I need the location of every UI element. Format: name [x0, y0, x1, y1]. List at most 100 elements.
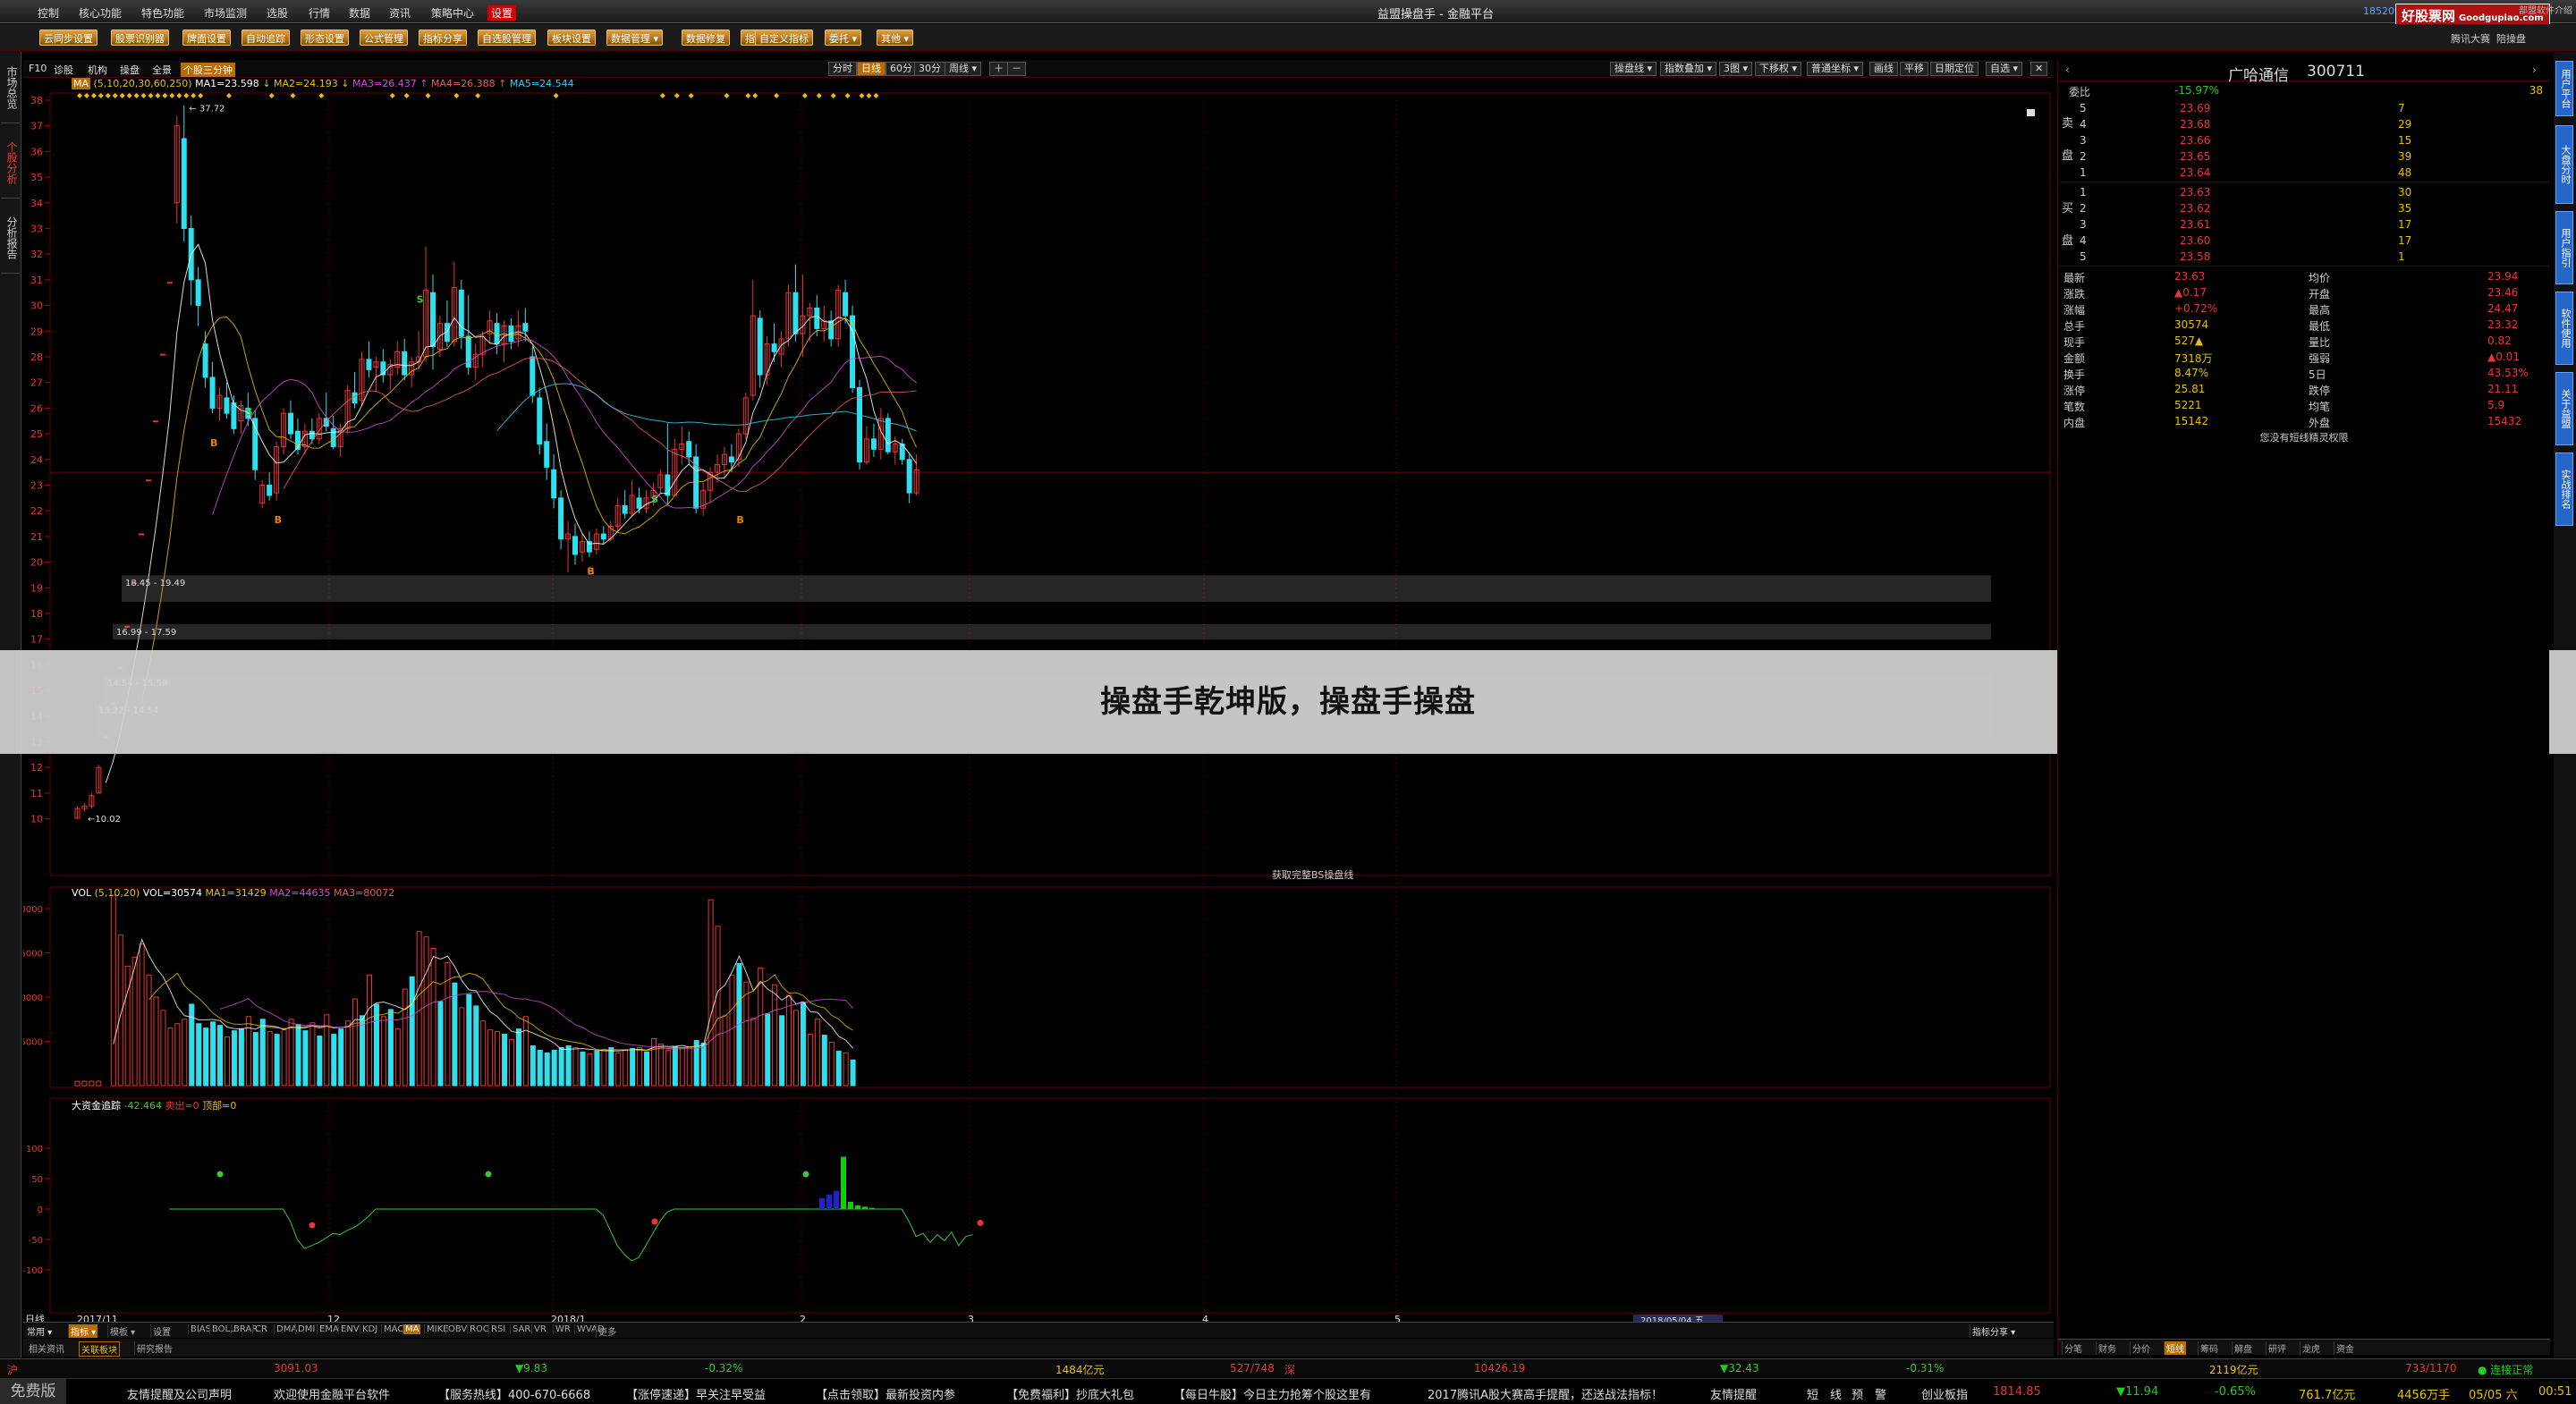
menu-item[interactable]: 策略中心 — [431, 5, 474, 21]
buy-level-row[interactable]: 4 23.60 17 — [2058, 233, 2550, 250]
toolbar-button[interactable]: 自定义指标 — [755, 30, 813, 46]
indicator-tab-dmi[interactable]: DMI — [295, 1324, 317, 1334]
toolbar-button[interactable]: 形态设置 — [301, 30, 349, 46]
quote-tab[interactable]: 财务 — [2096, 1341, 2118, 1355]
news-item[interactable]: 【免费福利】抄底大礼包 — [1006, 1385, 1134, 1402]
indicator-tab-rsi[interactable]: RSI — [488, 1324, 507, 1334]
sell-level-row[interactable]: 5 23.69 7 — [2058, 101, 2550, 117]
buy-level-row[interactable]: 1 23.63 30 — [2058, 185, 2550, 201]
tab-news[interactable]: 相关资讯 — [27, 1341, 66, 1355]
news-item[interactable]: 友情提醒及公司声明 — [127, 1385, 232, 1402]
indicator-tab-roc[interactable]: ROC — [467, 1324, 491, 1334]
news-item[interactable]: 【服务热线】400-670-6668 — [438, 1385, 590, 1402]
toolbar-button[interactable]: 数据修复 — [682, 30, 730, 46]
quote-tab[interactable]: 研评 — [2266, 1341, 2288, 1355]
close-icon[interactable]: ✕ — [2030, 62, 2048, 76]
chart-option[interactable]: 自选 ▾ — [1986, 62, 2023, 76]
indicator-tab-sar[interactable]: SAR — [510, 1324, 532, 1334]
toolbar-button[interactable]: 委托 ▾ — [825, 30, 862, 46]
period-tab[interactable]: 30分 — [914, 62, 945, 76]
chart-option[interactable]: 3图 ▾ — [1719, 62, 1753, 76]
indicator-tab-obv[interactable]: OBV — [445, 1324, 469, 1334]
period-tab-active[interactable]: 日线 — [857, 62, 886, 76]
zoom-out-button[interactable]: － — [1007, 62, 1026, 76]
menu-item[interactable]: 资讯 — [389, 5, 411, 21]
side-tab-report[interactable]: 分析报告 — [1, 202, 20, 274]
indicator-tab-ma[interactable]: MA — [402, 1324, 421, 1334]
chart-link[interactable]: 全景 — [152, 63, 172, 77]
side-tab-stock-analysis[interactable]: 个股分析 — [1, 127, 20, 199]
toolbar-button[interactable]: 自选股管理 — [478, 30, 536, 46]
news-item[interactable]: 预 — [1852, 1385, 1863, 1402]
right-tab[interactable]: 关于益盟 — [2555, 372, 2573, 445]
toolbar-button[interactable]: 自动追踪 — [242, 30, 290, 46]
chart-option[interactable]: 操盘线 ▾ — [1610, 62, 1657, 76]
chart-option[interactable]: 下移权 ▾ — [1755, 62, 1802, 76]
toolbar-button[interactable]: 指标分享 — [419, 30, 467, 46]
chart-option[interactable]: 平移 — [1900, 62, 1928, 76]
quote-tab[interactable]: 短线 — [2164, 1341, 2186, 1355]
sell-level-row[interactable]: 4 23.68 29 — [2058, 117, 2550, 133]
menu-item[interactable]: 选股 — [267, 5, 288, 21]
toolbar-button[interactable]: 公式管理 — [360, 30, 408, 46]
news-item[interactable]: 友情提醒 — [1710, 1385, 1757, 1402]
toolbar-link[interactable]: 腾讯大赛 — [2451, 33, 2490, 45]
news-item[interactable]: 【涨停速递】早关注早受益 — [626, 1385, 766, 1402]
buy-level-row[interactable]: 2 23.62 35 — [2058, 201, 2550, 217]
menu-item[interactable]: 核心功能 — [79, 5, 122, 21]
quote-tab[interactable]: 分笔 — [2062, 1341, 2084, 1355]
quote-tab[interactable]: 龙虎 — [2300, 1341, 2322, 1355]
tab-sector[interactable]: 关联板块 — [79, 1341, 120, 1357]
menu-item[interactable]: 特色功能 — [141, 5, 184, 21]
sell-level-row[interactable]: 1 23.64 48 — [2058, 165, 2550, 182]
news-item[interactable]: 警 — [1875, 1385, 1886, 1402]
vol-label[interactable]: VOL — [72, 887, 91, 899]
chart-link[interactable]: 操盘 — [120, 63, 140, 77]
chart-option[interactable]: 画线 — [1869, 62, 1898, 76]
toolbar-button[interactable]: 牌面设置 — [182, 30, 231, 46]
toolbar-button[interactable]: 股票识别器 — [111, 30, 169, 46]
menu-item[interactable]: 市场监测 — [204, 5, 247, 21]
quote-tab[interactable]: 分价 — [2130, 1341, 2152, 1355]
sell-level-row[interactable]: 2 23.65 39 — [2058, 149, 2550, 165]
prev-stock-icon[interactable]: ‹ — [2065, 63, 2070, 76]
zoom-in-button[interactable]: ＋ — [989, 62, 1008, 76]
chart-link[interactable]: 机构 — [88, 63, 107, 77]
toolbar-button[interactable]: 数据管理 ▾ — [606, 30, 664, 46]
indicator-tab-ema[interactable]: EMA — [317, 1324, 341, 1334]
period-tab[interactable]: 周线 ▾ — [945, 62, 982, 76]
chart-option[interactable]: 日期定位 — [1930, 62, 1979, 76]
quote-tab[interactable]: 筹码 — [2198, 1341, 2220, 1355]
right-tab[interactable]: 用户平台 — [2555, 61, 2573, 116]
indicator-tab-kdj[interactable]: KDJ — [360, 1324, 379, 1334]
chart-option[interactable]: 指数叠加 ▾ — [1660, 62, 1717, 76]
news-item[interactable]: 短 — [1807, 1385, 1818, 1402]
sell-level-row[interactable]: 3 23.66 15 — [2058, 133, 2550, 149]
chart-link[interactable]: 诊股 — [54, 63, 73, 77]
indicator-tab-cr[interactable]: CR — [252, 1324, 269, 1334]
toolbar-button[interactable]: 其他 ▾ — [877, 30, 914, 46]
toolbar-button[interactable]: 板块设置 — [547, 30, 596, 46]
news-item[interactable]: 线 — [1830, 1385, 1842, 1402]
indicator-tab-vr[interactable]: VR — [531, 1324, 548, 1334]
tab-indicator[interactable]: 指标 ▾ — [68, 1324, 98, 1338]
tab-settings[interactable]: 设置 — [150, 1324, 173, 1338]
right-tab[interactable]: 实战排名 — [2555, 452, 2573, 526]
chart-link-f10[interactable]: F10 — [29, 63, 47, 74]
indicator-label[interactable]: 大资金追踪 — [72, 1100, 121, 1112]
right-tab[interactable]: 大盘分时 — [2555, 125, 2573, 204]
right-tab[interactable]: 用户指引 — [2555, 211, 2573, 284]
toolbar-button[interactable]: 云同步设置 — [39, 30, 97, 46]
top-link[interactable]: 部盟软件介绍 — [2487, 3, 2572, 16]
buy-level-row[interactable]: 5 23.58 1 — [2058, 250, 2550, 266]
quote-tab[interactable]: 解盘 — [2232, 1341, 2254, 1355]
indicator-tab-env[interactable]: ENV — [338, 1324, 361, 1334]
menu-item[interactable]: 行情 — [309, 5, 330, 21]
menu-item[interactable]: 数据 — [349, 5, 370, 21]
tab-template[interactable]: 模板 ▾ — [107, 1324, 137, 1338]
quote-tab[interactable]: 资金 — [2334, 1341, 2356, 1355]
free-version-tag[interactable]: 免费版 — [0, 1379, 66, 1404]
chart-option[interactable]: 普通坐标 ▾ — [1807, 62, 1864, 76]
tab-common[interactable]: 常用 ▾ — [25, 1324, 54, 1338]
indicator-share-button[interactable]: 指标分享 ▾ — [1970, 1324, 2017, 1338]
